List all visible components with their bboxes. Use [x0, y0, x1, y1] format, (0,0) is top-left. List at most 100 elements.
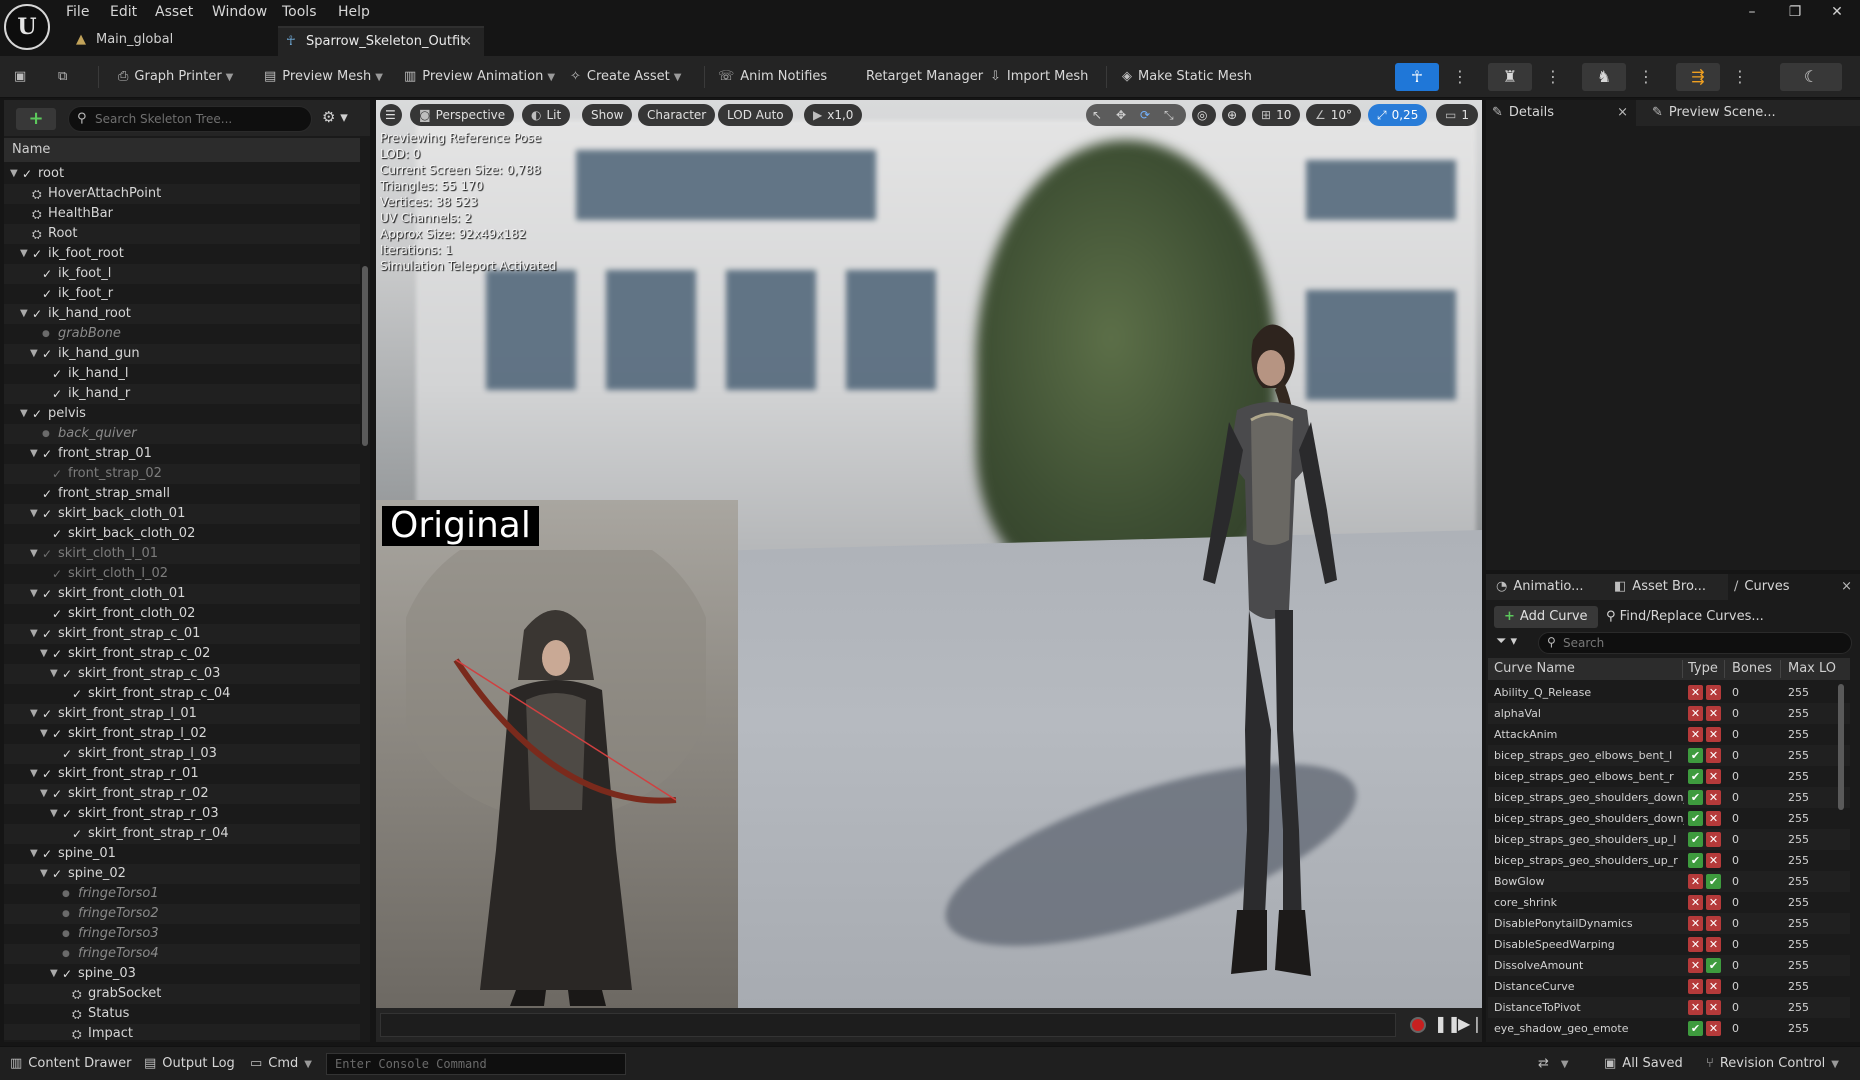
expand-arrow-icon[interactable]: ▼: [40, 724, 50, 744]
material-off-icon[interactable]: ✕: [1706, 1000, 1721, 1015]
morph-target-on-icon[interactable]: ✔: [1688, 832, 1703, 847]
curve-row[interactable]: eye_shadow_geo_emote ✔ ✕ 0 255: [1488, 1018, 1850, 1039]
column-bones[interactable]: Bones: [1732, 658, 1772, 680]
add-curve-button[interactable]: + Add Curve: [1494, 606, 1598, 628]
expand-arrow-icon[interactable]: ▼: [50, 664, 60, 684]
skeleton-bone-row[interactable]: ✓ skirt_front_cloth_02: [4, 604, 360, 624]
unreal-logo-icon[interactable]: U: [4, 4, 50, 50]
content-drawer-button[interactable]: ▥ Content Drawer: [10, 1053, 131, 1075]
retarget-manager-button[interactable]: Retarget Manager: [866, 62, 983, 92]
close-window-button[interactable]: ✕: [1822, 2, 1852, 22]
skeleton-bone-row[interactable]: ✓ skirt_front_strap_l_03: [4, 744, 360, 764]
skeleton-bone-row[interactable]: ▼ ✓ skirt_front_strap_r_01: [4, 764, 360, 784]
morph-target-off-icon[interactable]: ✕: [1688, 937, 1703, 952]
material-off-icon[interactable]: ✕: [1706, 811, 1721, 826]
tab-asset-browser[interactable]: ◧ Asset Bro...: [1608, 574, 1718, 600]
timeline-track[interactable]: [380, 1013, 1396, 1037]
preview-viewport[interactable]: Previewing Reference Pose LOD: 0 Current S…: [376, 100, 1482, 1008]
skeleton-bone-row[interactable]: ● fringeTorso4: [4, 944, 360, 964]
minimize-button[interactable]: –: [1737, 2, 1767, 22]
skeleton-bone-row[interactable]: ▼ ✓ skirt_back_cloth_01: [4, 504, 360, 524]
morph-target-off-icon[interactable]: ✕: [1688, 685, 1703, 700]
more-options-icon[interactable]: ⋮: [1638, 63, 1654, 91]
skeleton-bone-row[interactable]: ▼ ✓ ik_hand_root: [4, 304, 360, 324]
skeleton-bone-row[interactable]: ▼ ✓ skirt_cloth_l_01: [4, 544, 360, 564]
expand-arrow-icon[interactable]: ▼: [30, 444, 40, 464]
skeleton-column-header[interactable]: Name: [4, 138, 360, 162]
skeleton-bone-row[interactable]: ● fringeTorso1: [4, 884, 360, 904]
skeleton-bone-row[interactable]: ▼ ✓ skirt_front_strap_r_02: [4, 784, 360, 804]
browse-icon[interactable]: ⧉: [58, 62, 73, 92]
material-off-icon[interactable]: ✕: [1706, 937, 1721, 952]
play-speed-button[interactable]: ▶ x1,0: [804, 104, 863, 126]
tab-preview-scene[interactable]: ✎ Preview Scene...: [1646, 100, 1846, 126]
skeleton-bone-row[interactable]: ✓ front_strap_small: [4, 484, 360, 504]
material-off-icon[interactable]: ✕: [1706, 748, 1721, 763]
more-options-icon[interactable]: ⋮: [1545, 63, 1561, 91]
skeleton-bone-row[interactable]: ▼ ✓ ik_hand_gun: [4, 344, 360, 364]
animation-mode-icon[interactable]: ♞: [1582, 63, 1626, 91]
curve-row[interactable]: bicep_straps_geo_shoulders_up_r ✔ ✕ 0 255: [1488, 850, 1850, 871]
world-local-icon[interactable]: ◎: [1192, 104, 1216, 126]
material-off-icon[interactable]: ✕: [1706, 706, 1721, 721]
expand-arrow-icon[interactable]: ▼: [10, 164, 20, 184]
expand-arrow-icon[interactable]: ▼: [20, 404, 30, 424]
step-forward-icon[interactable]: ▶❘: [1458, 1014, 1484, 1033]
skeleton-bone-row[interactable]: ▼ ✓ skirt_front_strap_r_03: [4, 804, 360, 824]
rotation-snap-button[interactable]: ∠ 10°: [1306, 104, 1362, 126]
output-log-button[interactable]: ▤ Output Log: [144, 1053, 235, 1075]
skeleton-bone-row[interactable]: ⛭ Root: [4, 224, 360, 244]
curve-row[interactable]: Ability_Q_Release ✕ ✕ 0 255: [1488, 682, 1850, 703]
preview-mesh-button[interactable]: ▤ Preview Mesh ▼: [264, 62, 383, 92]
expand-arrow-icon[interactable]: ▼: [30, 764, 40, 784]
tab-curves[interactable]: ∕ Curves ×: [1728, 574, 1860, 600]
curves-scrollbar[interactable]: [1838, 684, 1844, 810]
scale-snap-button[interactable]: ⤢ 0,25: [1368, 104, 1428, 126]
expand-arrow-icon[interactable]: ▼: [50, 804, 60, 824]
skeleton-bone-row[interactable]: ▼ ✓ pelvis: [4, 404, 360, 424]
expand-arrow-icon[interactable]: ▼: [20, 244, 30, 264]
skeleton-mode-icon[interactable]: ☥: [1395, 63, 1439, 91]
skeleton-bone-row[interactable]: ▼ ✓ spine_01: [4, 844, 360, 864]
skeleton-bone-row[interactable]: ✓ ik_hand_r: [4, 384, 360, 404]
make-static-mesh-button[interactable]: ◈ Make Static Mesh: [1122, 62, 1252, 92]
morph-target-off-icon[interactable]: ✕: [1688, 916, 1703, 931]
curve-row[interactable]: BowGlow ✕ ✔ 0 255: [1488, 871, 1850, 892]
menu-asset[interactable]: Asset: [155, 2, 193, 22]
skeleton-bone-row[interactable]: ⛭ grabSocket: [4, 984, 360, 1004]
skeleton-bone-row[interactable]: ⛭ Impact: [4, 1024, 360, 1040]
preview-animation-button[interactable]: ▥ Preview Animation ▼: [404, 62, 555, 92]
skeleton-bone-row[interactable]: ▼ ✓ skirt_front_strap_l_01: [4, 704, 360, 724]
material-off-icon[interactable]: ✕: [1706, 685, 1721, 700]
tab-animation[interactable]: ◔ Animatio...: [1490, 574, 1600, 600]
skeleton-bone-row[interactable]: ▼ ✓ skirt_front_strap_c_01: [4, 624, 360, 644]
expand-arrow-icon[interactable]: ▼: [30, 344, 40, 364]
skeleton-bone-row[interactable]: ⛭ HoverAttachPoint: [4, 184, 360, 204]
lod-button[interactable]: LOD Auto: [718, 104, 793, 126]
material-off-icon[interactable]: ✕: [1706, 853, 1721, 868]
camera-speed-button[interactable]: ▭ 1: [1436, 104, 1478, 126]
skeleton-bone-row[interactable]: ✓ skirt_cloth_l_02: [4, 564, 360, 584]
grid-snap-button[interactable]: ⊞ 10: [1252, 104, 1301, 126]
morph-target-off-icon[interactable]: ✕: [1688, 727, 1703, 742]
skeleton-bone-row[interactable]: ▼ ✓ skirt_front_strap_c_02: [4, 644, 360, 664]
expand-arrow-icon[interactable]: ▼: [20, 304, 30, 324]
transform-tools[interactable]: ↖ ✥ ⟳ ⤡: [1086, 104, 1186, 126]
expand-arrow-icon[interactable]: ▼: [40, 644, 50, 664]
skeleton-bone-row[interactable]: ✓ ik_foot_r: [4, 284, 360, 304]
skeleton-bone-row[interactable]: ▼ ✓ skirt_front_cloth_01: [4, 584, 360, 604]
physics-mode-icon[interactable]: ☾: [1780, 63, 1842, 91]
viewport-menu-icon[interactable]: ☰: [380, 104, 402, 126]
skeleton-bone-row[interactable]: ● fringeTorso2: [4, 904, 360, 924]
skeleton-scrollbar[interactable]: [362, 266, 368, 446]
close-icon[interactable]: ×: [1617, 100, 1628, 126]
skeleton-bone-row[interactable]: ▼ ✓ front_strap_01: [4, 444, 360, 464]
lit-button[interactable]: ◐ Lit: [522, 104, 571, 126]
skeleton-bone-row[interactable]: ▼ ✓ root: [4, 164, 360, 184]
import-mesh-button[interactable]: ⇩ Import Mesh: [990, 62, 1088, 92]
source-control-icon[interactable]: ⇄ ▼: [1538, 1053, 1569, 1075]
morph-target-off-icon[interactable]: ✕: [1688, 979, 1703, 994]
record-icon[interactable]: [1410, 1017, 1426, 1033]
close-tab-icon[interactable]: ×: [461, 28, 472, 56]
skeleton-bone-row[interactable]: ▼ ✓ ik_foot_root: [4, 244, 360, 264]
